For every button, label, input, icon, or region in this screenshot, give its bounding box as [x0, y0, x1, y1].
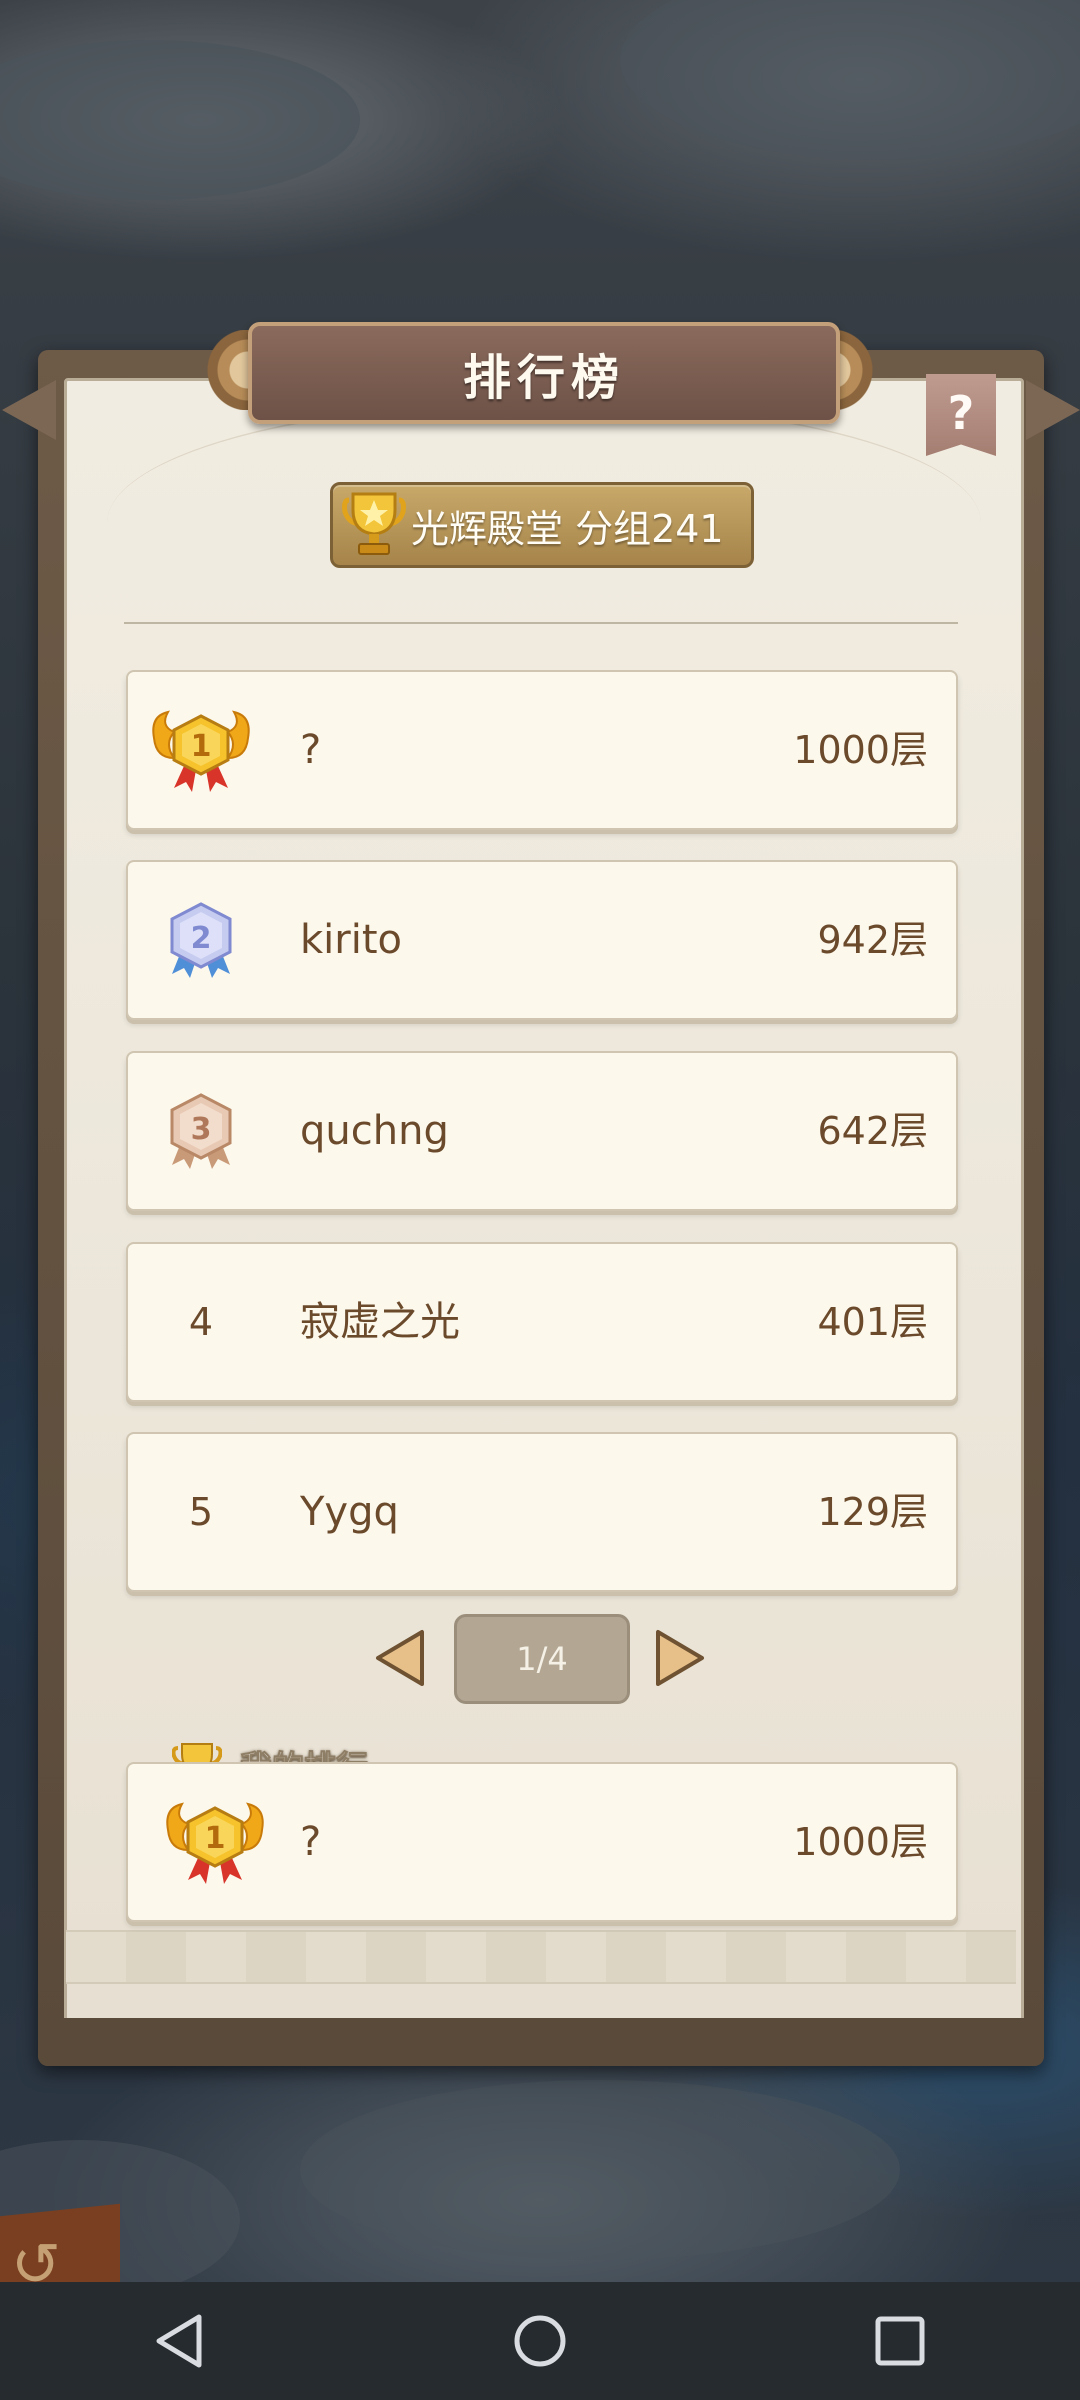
- gold-medal-icon: 1: [166, 1802, 264, 1884]
- ranking-row[interactable]: 4 寂虚之光 401层: [126, 1242, 958, 1402]
- my-rank-row[interactable]: 1 ? 1000层: [126, 1762, 958, 1922]
- next-page-button[interactable]: [652, 1628, 708, 1688]
- trophy-icon: [341, 490, 407, 560]
- page-indicator-label: 1/4: [516, 1640, 568, 1678]
- ranking-row[interactable]: 2 kirito 942层: [126, 860, 958, 1020]
- rank-cell: 1: [128, 672, 274, 828]
- player-name: kirito: [300, 917, 402, 963]
- bronze-medal-icon: 3: [170, 1093, 232, 1169]
- triangle-left-icon: [376, 1630, 424, 1686]
- help-button[interactable]: ?: [926, 374, 996, 456]
- player-name: Yygq: [300, 1489, 399, 1535]
- previous-page-button[interactable]: [372, 1628, 428, 1688]
- silver-medal-icon: 2: [170, 902, 232, 978]
- divider: [124, 622, 958, 624]
- nav-recents-button[interactable]: [860, 2301, 940, 2381]
- triangle-right-icon: [656, 1630, 704, 1686]
- svg-text:1: 1: [205, 1821, 226, 1856]
- title-banner: 排行榜: [248, 322, 840, 424]
- group-badge: 光辉殿堂 分组241: [330, 482, 754, 568]
- player-score: 1000层: [793, 1820, 928, 1864]
- ranking-row[interactable]: 5 Yygq 129层: [126, 1432, 958, 1592]
- group-label: 光辉殿堂 分组241: [411, 506, 724, 551]
- page-title: 排行榜: [462, 350, 625, 406]
- player-name: quchng: [300, 1108, 449, 1154]
- nav-back-icon: [156, 2314, 202, 2368]
- svg-text:2: 2: [191, 921, 212, 956]
- panel-ornament-band: [66, 1930, 1016, 1984]
- ranking-row[interactable]: 3 quchng 642层: [126, 1051, 958, 1211]
- player-score: 642层: [817, 1109, 928, 1153]
- player-score: 129层: [817, 1490, 928, 1534]
- rank-cell: 4: [128, 1244, 274, 1400]
- gold-medal-icon: 1: [152, 710, 250, 792]
- nav-back-button[interactable]: [140, 2301, 220, 2381]
- player-name: ?: [300, 727, 322, 773]
- player-name: 寂虚之光: [300, 1299, 460, 1345]
- svg-text:1: 1: [191, 729, 212, 764]
- player-score: 942层: [817, 918, 928, 962]
- rank-cell: 5: [128, 1434, 274, 1590]
- rank-number: 5: [188, 1490, 214, 1534]
- player-score: 1000层: [793, 728, 928, 772]
- nav-home-button[interactable]: [500, 2301, 580, 2381]
- nav-home-icon: [514, 2315, 566, 2367]
- help-label: ?: [947, 386, 975, 440]
- ranking-row[interactable]: 1 ? 1000层: [126, 670, 958, 830]
- rank-cell: 2: [128, 862, 274, 1018]
- nav-recents-icon: [875, 2316, 925, 2366]
- panel-bottom-frame: [38, 2018, 1044, 2066]
- rank-number: 4: [188, 1300, 214, 1344]
- player-score: 401层: [817, 1300, 928, 1344]
- rank-cell: 3: [128, 1053, 274, 1209]
- player-name: ?: [300, 1819, 322, 1865]
- rank-cell: 1: [142, 1764, 288, 1920]
- system-nav-bar: [0, 2282, 1080, 2400]
- page-indicator: 1/4: [454, 1614, 630, 1704]
- svg-text:3: 3: [191, 1112, 212, 1147]
